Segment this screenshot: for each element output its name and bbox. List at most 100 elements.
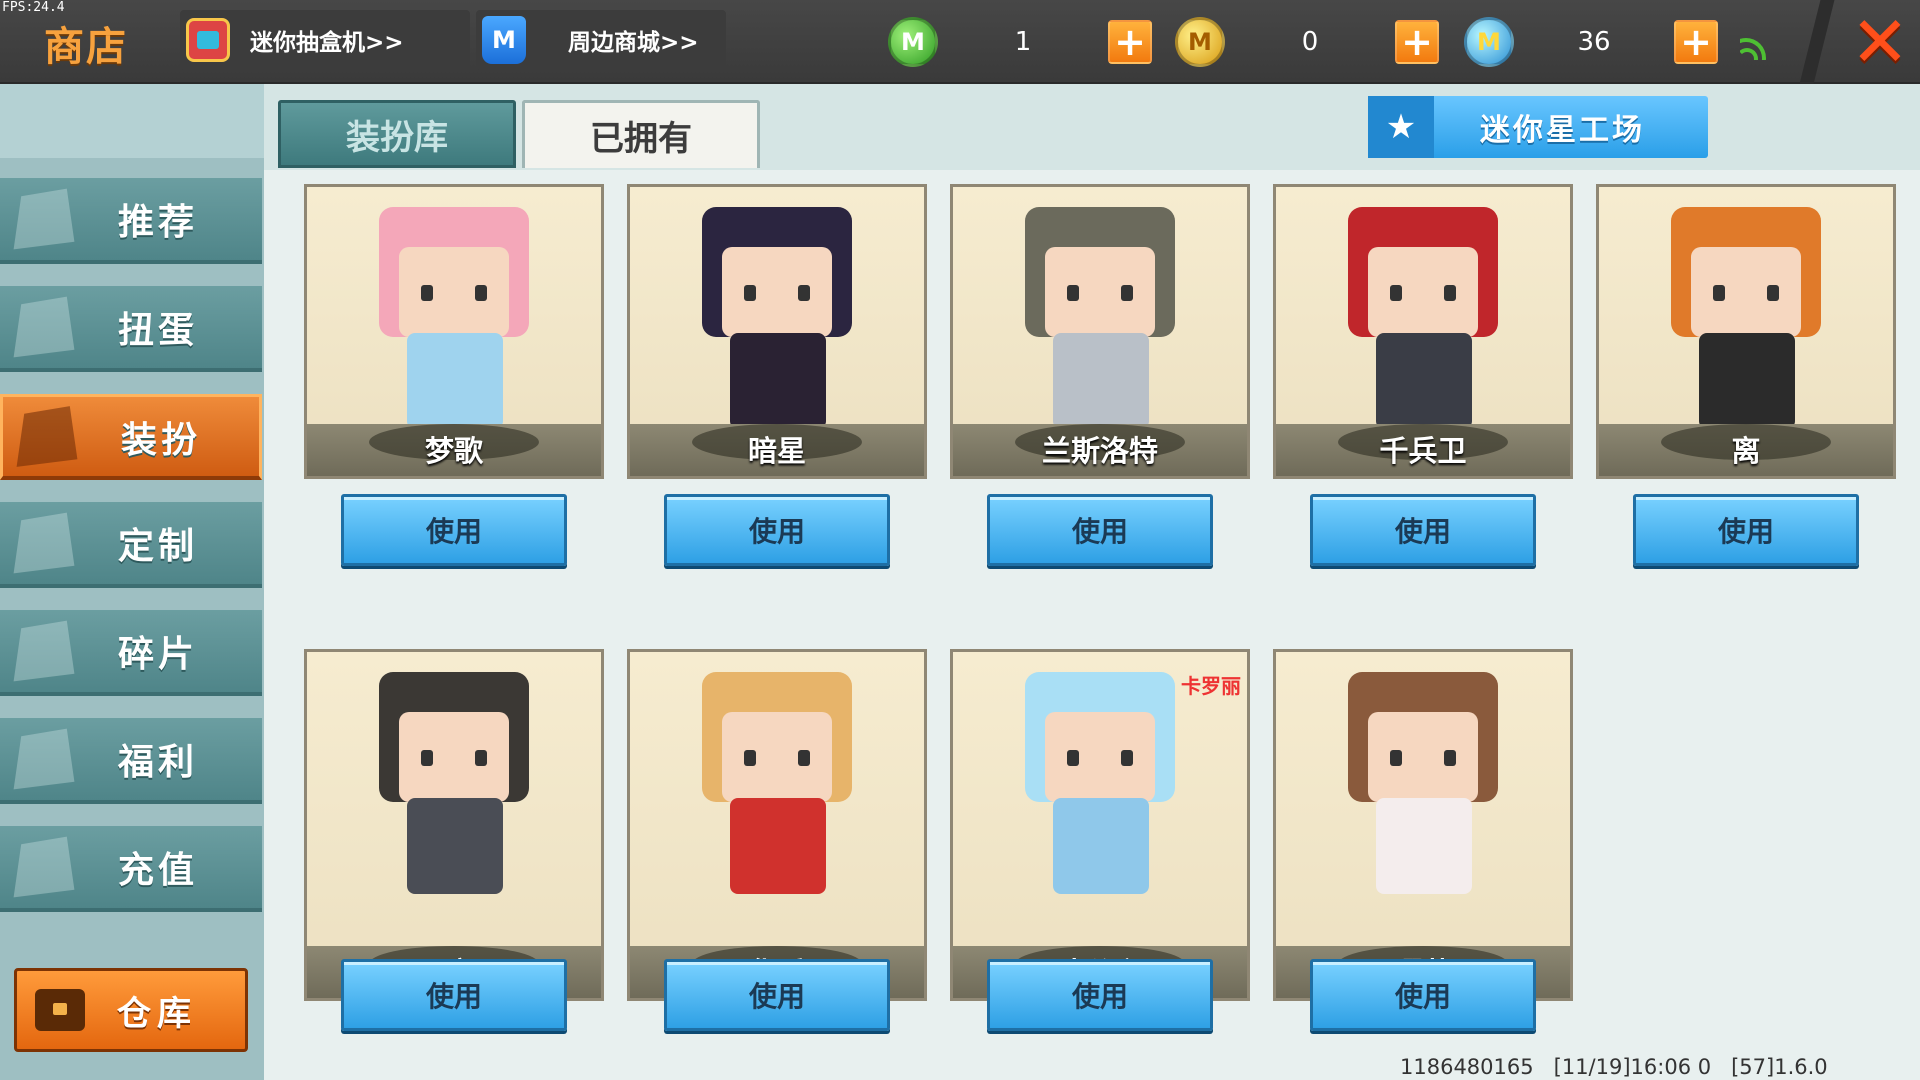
- skin-card[interactable]: 黯: [304, 649, 604, 1001]
- add-gold-coin-button[interactable]: +: [1395, 20, 1439, 64]
- skin-portrait: 兰斯洛特: [950, 184, 1250, 479]
- skin-card[interactable]: 千兵卫: [1273, 184, 1573, 479]
- tab-owned[interactable]: 已拥有: [522, 100, 760, 168]
- sidebar-item-label: 装扮: [121, 419, 202, 461]
- tab-bar: 装扮库 已拥有 ★ 迷你星工场: [264, 84, 1920, 170]
- character-figure: [1005, 662, 1195, 912]
- fps-counter: FPS:24.4: [2, 0, 65, 15]
- gold-coin-icon: M: [1175, 17, 1225, 67]
- mini-gacha-link[interactable]: 迷你抽盒机>>: [180, 10, 470, 70]
- character-figure: [359, 197, 549, 447]
- sidebar-item[interactable]: 推荐: [0, 178, 262, 264]
- skin-card[interactable]: 兰斯洛特: [950, 184, 1250, 479]
- skin-portrait: 梦歌: [304, 184, 604, 479]
- sidebar-item[interactable]: 扭蛋: [0, 286, 262, 372]
- character-figure: [682, 197, 872, 447]
- skin-card[interactable]: 璎落: [1273, 649, 1573, 1001]
- use-skin-button[interactable]: 使用: [1633, 494, 1859, 566]
- merch-store-link-label: 周边商城>>: [568, 30, 699, 56]
- sidebar-item[interactable]: 装扮: [0, 394, 262, 480]
- sidebar-item[interactable]: 碎片: [0, 610, 262, 696]
- use-skin-button[interactable]: 使用: [341, 959, 567, 1031]
- main-panel: 装扮库 已拥有 ★ 迷你星工场 梦歌使用暗星使用兰斯洛特使用千兵卫使用离使用黯使…: [264, 84, 1920, 1080]
- mini-bean-blue-icon: M: [1464, 17, 1514, 67]
- character-figure: [1005, 197, 1195, 447]
- use-skin-button[interactable]: 使用: [1310, 494, 1536, 566]
- currency-mini-coin: M 1 +: [888, 14, 1152, 70]
- skin-portrait: 黯: [304, 649, 604, 1001]
- sidebar-item-label: 推荐: [118, 202, 199, 243]
- character-figure: [359, 662, 549, 912]
- sidebar-item[interactable]: 福利: [0, 718, 262, 804]
- top-bar: FPS:24.4 商店 迷你抽盒机>> 周边商城>> M 1 + M 0 + M…: [0, 0, 1920, 84]
- coins-icon: [13, 836, 75, 898]
- use-skin-button[interactable]: 使用: [987, 959, 1213, 1031]
- owned-skins-grid: 梦歌使用暗星使用兰斯洛特使用千兵卫使用离使用黯使用华乐使用卡罗丽冰公主使用璎落使…: [264, 170, 1920, 1080]
- currency-value: 36: [1577, 27, 1611, 57]
- skin-portrait: 华乐: [627, 649, 927, 1001]
- tab-skin-library[interactable]: 装扮库: [278, 100, 516, 168]
- sidebar-item[interactable]: 充值: [0, 826, 262, 912]
- sidebar-item-label: 定制: [118, 526, 199, 567]
- sidebar-item-label: 扭蛋: [118, 310, 199, 351]
- currency-value: 1: [1014, 27, 1032, 57]
- skin-name: 暗星: [747, 434, 806, 468]
- currency-value: 0: [1301, 27, 1319, 57]
- close-icon[interactable]: ✕: [1840, 0, 1920, 84]
- use-skin-button[interactable]: 使用: [664, 959, 890, 1031]
- gashapon-icon: [13, 296, 75, 358]
- skin-name: 千兵卫: [1379, 434, 1467, 468]
- skin-card[interactable]: 华乐: [627, 649, 927, 1001]
- skin-name: 兰斯洛特: [1041, 434, 1158, 468]
- skin-portrait: 离: [1596, 184, 1896, 479]
- build-info: 1186480165 [11/19]16:06 0 [57]1.6.0: [1400, 1055, 1828, 1079]
- thumbs-up-icon: [13, 188, 75, 250]
- currency-gold-coin: M 0 +: [1175, 14, 1439, 70]
- sidebar-item-label: 碎片: [118, 634, 199, 675]
- character-figure: [1651, 197, 1841, 447]
- brand-tag: 卡罗丽: [1181, 674, 1241, 698]
- merch-store-link[interactable]: 周边商城>>: [476, 10, 726, 70]
- sidebar-item[interactable]: 定制: [0, 502, 262, 588]
- use-skin-button[interactable]: 使用: [664, 494, 890, 566]
- mini-gacha-link-label: 迷你抽盒机>>: [250, 30, 404, 56]
- skin-portrait: 璎落: [1273, 649, 1573, 1001]
- use-skin-button[interactable]: 使用: [987, 494, 1213, 566]
- character-figure: [1328, 197, 1518, 447]
- skin-card[interactable]: 离: [1596, 184, 1896, 479]
- pencil-icon: [13, 512, 75, 574]
- skin-name: 离: [1731, 434, 1761, 468]
- skin-card[interactable]: 暗星: [627, 184, 927, 479]
- warehouse-label: 仓库: [117, 993, 197, 1034]
- use-skin-button[interactable]: 使用: [1310, 959, 1536, 1031]
- skin-card[interactable]: 梦歌: [304, 184, 604, 479]
- mini-coin-green-icon: M: [888, 17, 938, 67]
- mini-star-workshop-button[interactable]: ★ 迷你星工场: [1368, 96, 1708, 158]
- skin-portrait: 卡罗丽冰公主: [950, 649, 1250, 1001]
- sidebar-item-label: 充值: [118, 850, 199, 891]
- wifi-signal-icon: [1740, 30, 1774, 60]
- warehouse-button[interactable]: 仓库: [14, 968, 248, 1052]
- divider: [1799, 0, 1835, 84]
- skin-portrait: 暗星: [627, 184, 927, 479]
- currency-mini-bean: M 36 +: [1464, 14, 1718, 70]
- sidebar-header: [0, 84, 264, 158]
- add-mini-bean-button[interactable]: +: [1674, 20, 1718, 64]
- skin-name: 梦歌: [424, 434, 483, 468]
- skin-portrait: 千兵卫: [1273, 184, 1573, 479]
- skin-card[interactable]: 卡罗丽冰公主: [950, 649, 1250, 1001]
- character-figure: [682, 662, 872, 912]
- character-figure: [1328, 662, 1518, 912]
- add-mini-coin-button[interactable]: +: [1108, 20, 1152, 64]
- star-badge-icon: ★: [1368, 96, 1434, 158]
- workshop-label: 迷你星工场: [1480, 113, 1645, 148]
- use-skin-button[interactable]: 使用: [341, 494, 567, 566]
- shop-title: 商店: [44, 24, 128, 70]
- puzzle-piece-icon: [13, 620, 75, 682]
- sidebar-item-label: 福利: [118, 742, 199, 783]
- treasure-chest-icon: [35, 989, 85, 1031]
- shirt-icon: [16, 406, 78, 467]
- shopping-bag-icon: [476, 12, 532, 68]
- gift-icon: [13, 728, 75, 790]
- gacha-machine-icon: [180, 12, 236, 68]
